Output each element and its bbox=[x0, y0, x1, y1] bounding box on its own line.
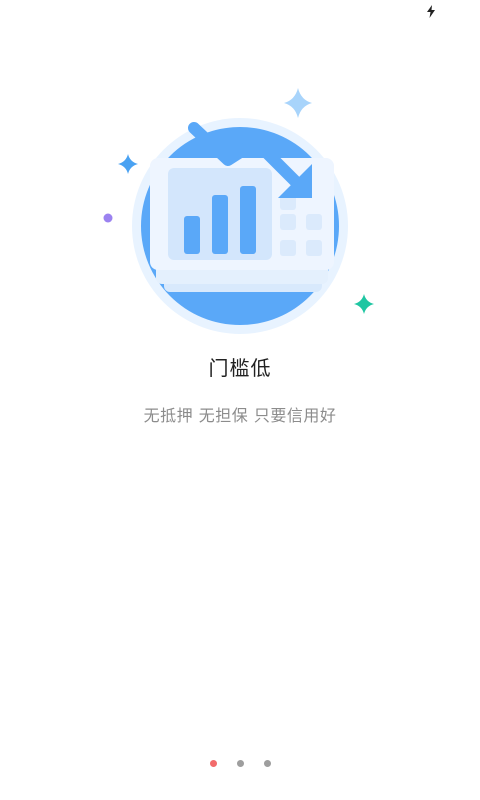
onboarding-subtitle: 无抵押 无担保 只要信用好 bbox=[143, 406, 337, 425]
page-indicator bbox=[0, 760, 480, 767]
dot-purple bbox=[103, 213, 113, 223]
page-dot-3[interactable] bbox=[263, 760, 271, 767]
charging-bolt-icon bbox=[427, 5, 435, 18]
status-bar bbox=[0, 0, 480, 24]
sparkle-blue-icon bbox=[118, 154, 138, 174]
sparkle-large-icon bbox=[284, 88, 312, 118]
chart-bar-1 bbox=[184, 216, 200, 254]
onboarding-title: 门槛低 bbox=[208, 356, 272, 380]
grid-square bbox=[280, 214, 296, 230]
onboarding-screen: 门槛低 无抵押 无担保 只要信用好 bbox=[0, 0, 480, 800]
grid-square bbox=[280, 240, 296, 256]
page-dot-2[interactable] bbox=[236, 760, 244, 767]
sparkle-teal-icon bbox=[354, 294, 374, 314]
chart-bar-2 bbox=[212, 195, 228, 254]
grid-square bbox=[306, 214, 322, 230]
declining-bar-chart-icon bbox=[103, 88, 374, 334]
page-dot-1[interactable] bbox=[209, 760, 217, 767]
grid-square bbox=[306, 240, 322, 256]
chart-bar-3 bbox=[240, 186, 256, 254]
